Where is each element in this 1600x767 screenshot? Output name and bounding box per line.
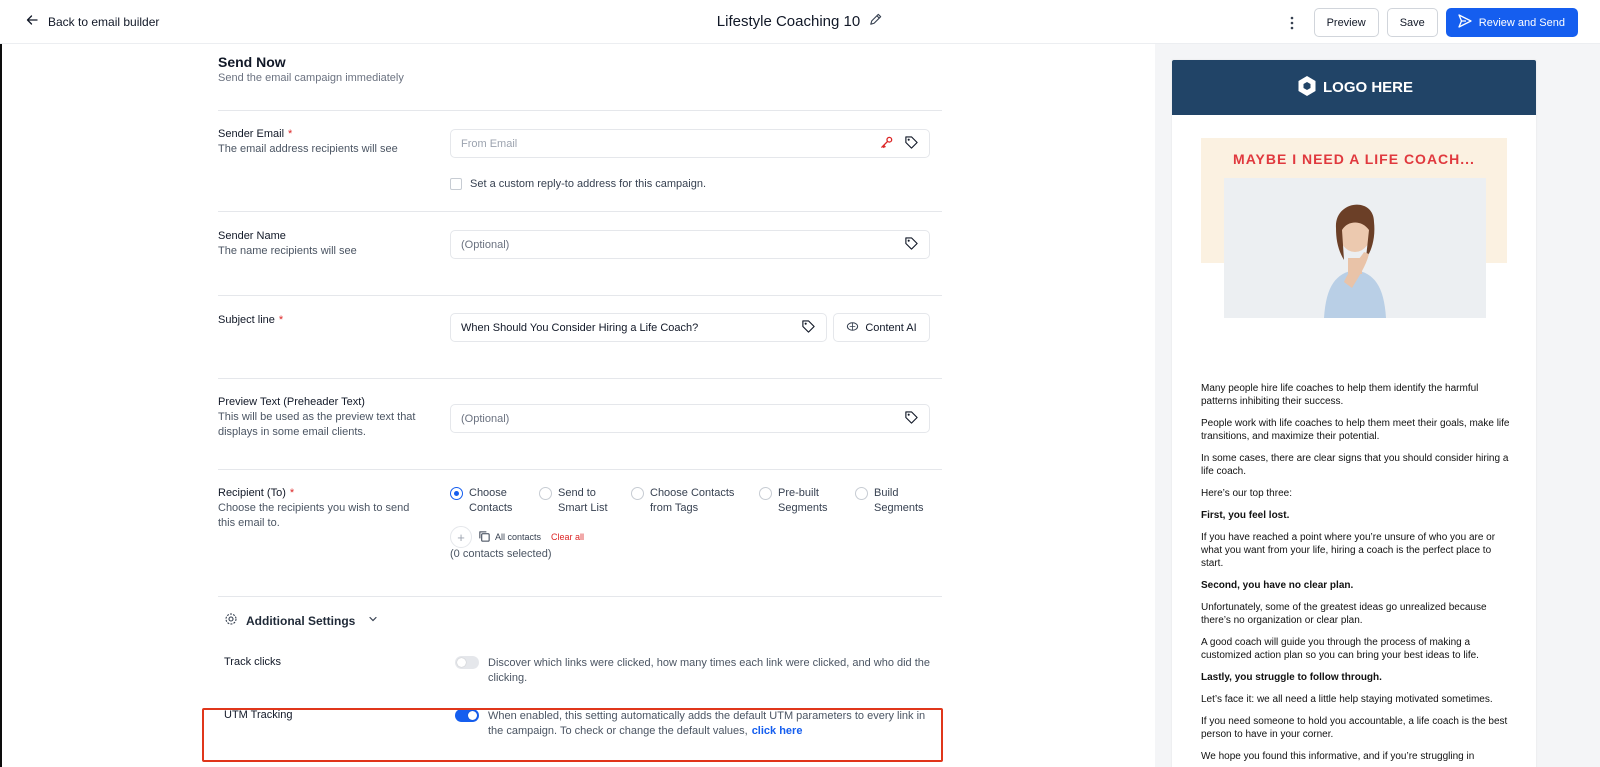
preview-text-field[interactable]: (Optional) xyxy=(450,404,930,433)
send-icon xyxy=(1457,13,1473,32)
divider xyxy=(218,378,942,379)
radio-dot[interactable] xyxy=(631,487,644,500)
radio-smart-list[interactable]: Send to Smart List xyxy=(539,486,631,516)
tag-icon[interactable] xyxy=(801,319,816,337)
contacts-selected-count: (0 contacts selected) xyxy=(450,548,552,560)
email-paragraph: We hope you found this informative, and … xyxy=(1201,751,1475,762)
pencil-icon[interactable] xyxy=(868,12,883,31)
email-paragraph: People work with life coaches to help th… xyxy=(1201,418,1510,442)
radio-dot[interactable] xyxy=(450,487,463,500)
radio-build-segments[interactable]: Build Segments xyxy=(855,486,945,516)
sender-email-label: Sender Email * xyxy=(218,128,293,140)
contacts-selector: + All contacts Clear all xyxy=(450,526,584,548)
campaign-settings-form: Send Now Send the email campaign immedia… xyxy=(0,44,1155,767)
email-paragraph: Unfortunately, some of the greatest idea… xyxy=(1201,602,1487,626)
email-paragraph: Let’s face it: we all need a little help… xyxy=(1201,694,1493,705)
reply-to-checkbox[interactable]: Set a custom reply-to address for this c… xyxy=(450,178,706,190)
recipient-label: Recipient (To) * xyxy=(218,487,295,499)
radio-prebuilt-segments[interactable]: Pre-built Segments xyxy=(759,486,855,516)
ai-brain-icon xyxy=(846,320,859,336)
logo-text: LOGO HERE xyxy=(1322,79,1413,96)
email-preview-pane: LOGO HERE MAYBE I NEED A LIFE COACH... M… xyxy=(1155,44,1600,767)
back-to-builder-link[interactable]: Back to email builder xyxy=(26,14,159,29)
send-now-title: Send Now xyxy=(218,54,286,70)
review-and-send-button[interactable]: Review and Send xyxy=(1445,8,1578,37)
all-contacts-label: All contacts xyxy=(495,532,542,542)
email-paragraph: Second, you have no clear plan. xyxy=(1201,580,1354,591)
sender-name-placeholder: (Optional) xyxy=(461,238,510,251)
recipient-desc: Choose the recipients you wish to send t… xyxy=(218,502,410,529)
content-ai-label: Content AI xyxy=(865,321,917,334)
email-paragraph: In some cases, there are clear signs tha… xyxy=(1201,453,1509,477)
sender-email-desc: The email address recipients will see xyxy=(218,143,398,155)
preview-button[interactable]: Preview xyxy=(1313,8,1379,37)
divider xyxy=(218,211,942,212)
sender-email-field[interactable]: From Email xyxy=(450,129,930,158)
review-and-send-label: Review and Send xyxy=(1478,16,1565,29)
additional-settings-toggle[interactable]: Additional Settings xyxy=(224,612,379,629)
divider xyxy=(218,110,942,111)
sender-name-label: Sender Name xyxy=(218,230,286,242)
logo-icon xyxy=(1295,74,1319,102)
radio-dot[interactable] xyxy=(855,487,868,500)
sender-name-desc: The name recipients will see xyxy=(218,245,357,257)
tag-icon[interactable] xyxy=(904,135,919,153)
email-paragraph: Many people hire life coaches to help th… xyxy=(1201,383,1479,407)
radio-dot[interactable] xyxy=(759,487,772,500)
top-bar: Back to email builder Lifestyle Coaching… xyxy=(0,0,1600,44)
email-paragraph: If you have reached a point where you’re… xyxy=(1201,532,1496,569)
preview-text-desc: This will be used as the preview text th… xyxy=(218,411,416,438)
clear-all-link[interactable]: Clear all xyxy=(551,532,584,542)
radio-choose-contacts[interactable]: Choose Contacts xyxy=(450,486,539,516)
preview-text-placeholder: (Optional) xyxy=(461,412,510,425)
copy-icon xyxy=(478,530,491,545)
content-ai-button[interactable]: Content AI xyxy=(833,313,930,342)
email-paragraph: A good coach will guide you through the … xyxy=(1201,637,1479,661)
track-clicks-label: Track clicks xyxy=(224,656,282,668)
gear-icon xyxy=(224,612,238,629)
radio-contacts-from-tags[interactable]: Choose Contacts from Tags xyxy=(631,486,759,516)
utm-highlight-box xyxy=(202,708,943,762)
email-header: LOGO HERE xyxy=(1172,60,1536,115)
preview-text-label: Preview Text (Preheader Text) xyxy=(218,396,365,408)
email-body: Many people hire life coaches to help th… xyxy=(1201,382,1511,767)
subject-value: When Should You Consider Hiring a Life C… xyxy=(461,321,699,334)
subject-field[interactable]: When Should You Consider Hiring a Life C… xyxy=(450,313,827,342)
more-options-icon[interactable] xyxy=(1278,9,1306,37)
add-contacts-button[interactable]: + xyxy=(450,526,472,548)
campaign-title: Lifestyle Coaching 10 xyxy=(716,13,861,30)
checkbox-box[interactable] xyxy=(450,178,462,190)
back-label: Back to email builder xyxy=(48,14,160,29)
save-button[interactable]: Save xyxy=(1386,8,1438,37)
additional-settings-title: Additional Settings xyxy=(246,613,356,628)
radio-dot[interactable] xyxy=(539,487,552,500)
arrow-left-icon xyxy=(26,14,38,29)
all-contacts-chip[interactable]: All contacts xyxy=(478,530,541,545)
track-clicks-desc: Discover which links were clicked, how m… xyxy=(488,657,931,684)
email-paragraph: Here’s our top three: xyxy=(1201,488,1292,499)
email-paragraph: Lastly, you struggle to follow through. xyxy=(1201,672,1382,683)
email-paragraph: First, you feel lost. xyxy=(1201,510,1290,521)
email-paragraph: If you need someone to hold you accounta… xyxy=(1201,716,1508,740)
tag-icon[interactable] xyxy=(904,236,919,254)
send-now-subtitle: Send the email campaign immediately xyxy=(218,72,404,84)
reply-to-label: Set a custom reply-to address for this c… xyxy=(470,178,706,190)
sender-email-placeholder: From Email xyxy=(461,137,518,150)
recipient-radio-group: Choose Contacts Send to Smart List Choose … xyxy=(450,486,945,516)
subject-label: Subject line * xyxy=(218,314,284,326)
divider xyxy=(218,469,942,470)
tag-icon[interactable] xyxy=(904,410,919,428)
divider xyxy=(218,295,942,296)
divider xyxy=(218,596,942,597)
chevron-down-icon xyxy=(363,613,379,628)
email-preview: LOGO HERE MAYBE I NEED A LIFE COACH... M… xyxy=(1172,60,1536,767)
key-icon[interactable] xyxy=(879,135,894,153)
track-clicks-toggle[interactable] xyxy=(455,656,479,669)
hero-title: MAYBE I NEED A LIFE COACH... xyxy=(1233,151,1475,167)
coach-photo xyxy=(1224,178,1486,318)
sender-name-field[interactable]: (Optional) xyxy=(450,230,930,259)
